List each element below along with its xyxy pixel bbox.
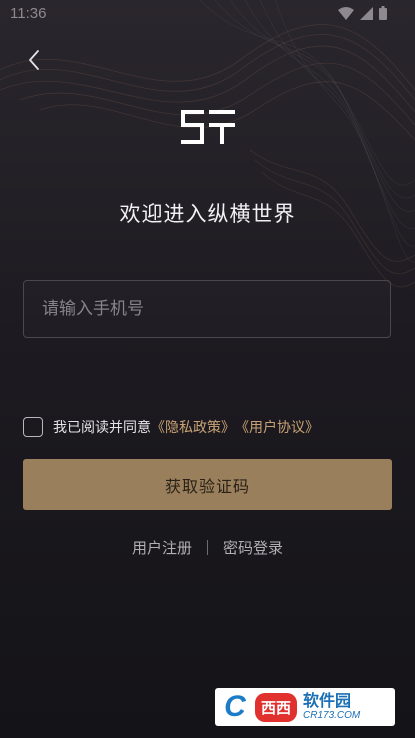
bottom-links: 用户注册 密码登录	[0, 537, 415, 558]
status-icons	[338, 6, 387, 20]
watermark-name: 软件园	[303, 692, 352, 710]
link-divider	[207, 540, 208, 555]
watermark-letter: C	[224, 690, 246, 723]
wifi-icon	[338, 6, 354, 20]
privacy-policy-link[interactable]: 《隐私政策》	[151, 417, 235, 437]
phone-number-input[interactable]	[23, 280, 391, 338]
watermark-domain: CR173.COM	[303, 710, 361, 722]
watermark-xixi: 西西	[255, 692, 298, 722]
site-watermark: C 西西 软件园 CR173.COM	[215, 688, 395, 726]
signal-icon	[360, 6, 373, 20]
status-time: 11:36	[10, 5, 47, 22]
register-link[interactable]: 用户注册	[132, 537, 192, 558]
user-agreement-link[interactable]: 《用户协议》	[235, 417, 319, 437]
agreement-text: 我已阅读并同意	[53, 419, 151, 435]
agreement-row: 我已阅读并同意 《隐私政策》 《用户协议》	[23, 417, 319, 437]
status-bar: 11:36	[0, 0, 415, 28]
battery-icon	[379, 6, 387, 20]
zongheng-logo	[181, 110, 235, 144]
password-login-link[interactable]: 密码登录	[223, 537, 283, 558]
welcome-title: 欢迎进入纵横世界	[119, 203, 296, 226]
get-verification-code-button[interactable]: 获取验证码	[23, 459, 392, 510]
back-button[interactable]	[18, 44, 50, 76]
decorative-wave-background	[0, 0, 415, 288]
chevron-left-icon	[29, 50, 39, 70]
agreement-checkbox[interactable]	[23, 417, 43, 437]
